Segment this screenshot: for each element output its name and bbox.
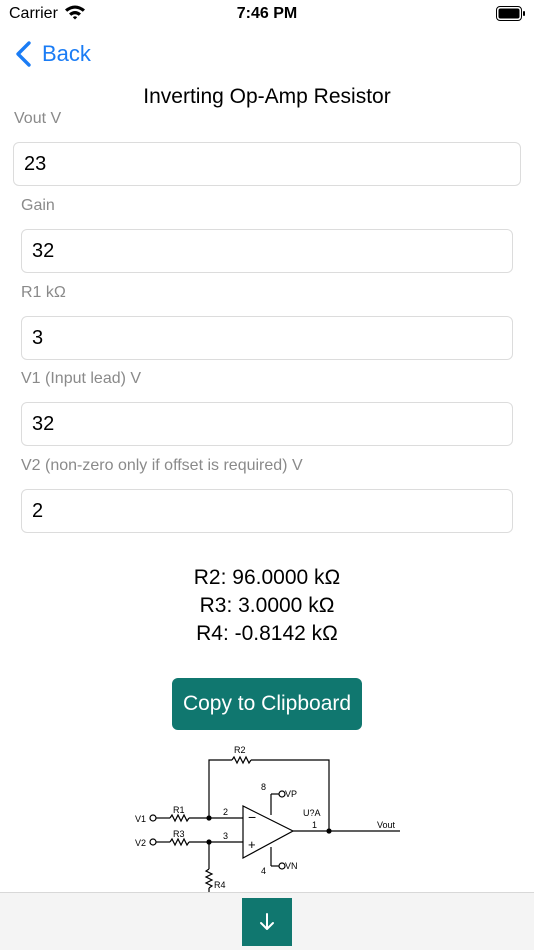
vout-label: Vout V: [14, 110, 62, 127]
v2-diagram-label: V2: [135, 838, 146, 848]
pin1-label: 1: [312, 820, 317, 830]
vout-diagram-label: Vout: [377, 820, 396, 830]
inverting-input-sign: −: [248, 809, 256, 825]
scroll-down-button[interactable]: [242, 898, 292, 946]
gain-field[interactable]: [21, 229, 513, 273]
vp-diagram-label: VP: [285, 789, 297, 799]
pin4-label: 4: [261, 866, 266, 876]
v1-diagram-label: V1: [135, 814, 146, 824]
r3-diagram-label: R3: [173, 829, 185, 839]
noninverting-input-sign: +: [248, 837, 256, 852]
pin3-label: 3: [223, 831, 228, 841]
op-amp-circuit-diagram: R2 R1 R3 R4 V1 V2 Vout VP VN U?A 8 2 3 4…: [135, 745, 400, 894]
results-block: R2: 96.0000 kΩ R3: 3.0000 kΩ R4: -0.8142…: [0, 564, 534, 648]
r4-result: R4: -0.8142 kΩ: [196, 622, 338, 645]
battery-icon: [496, 6, 525, 21]
r2-result: R2: 96.0000 kΩ: [193, 566, 341, 589]
v2-field[interactable]: [21, 489, 513, 533]
copy-to-clipboard-button[interactable]: Copy to Clipboard: [172, 678, 362, 730]
r1-field[interactable]: [21, 316, 513, 360]
v1-field[interactable]: [21, 402, 513, 446]
pin8-label: 8: [261, 782, 266, 792]
part-diagram-label: U?A: [303, 808, 321, 818]
r1-label: R1 kΩ: [21, 284, 66, 301]
v1-label: V1 (Input lead) V: [21, 370, 142, 387]
status-bar: Carrier 7:46 PM: [0, 0, 534, 30]
vout-field[interactable]: [13, 142, 521, 186]
back-label: Back: [42, 41, 91, 66]
r3-result: R3: 3.0000 kΩ: [199, 594, 335, 617]
r2-diagram-label: R2: [234, 745, 246, 755]
v2-label: V2 (non-zero only if offset is required)…: [21, 457, 303, 474]
gain-label: Gain: [21, 197, 55, 214]
chevron-left-icon: [16, 41, 31, 67]
r4-diagram-label: R4: [214, 880, 226, 890]
page-title: Inverting Op-Amp Resistor: [143, 85, 391, 108]
back-button[interactable]: Back: [14, 39, 91, 69]
arrow-down-icon: [260, 913, 274, 930]
vn-diagram-label: VN: [285, 861, 298, 871]
pin2-label: 2: [223, 807, 228, 817]
r1-diagram-label: R1: [173, 805, 185, 815]
status-time: 7:46 PM: [236, 5, 298, 22]
